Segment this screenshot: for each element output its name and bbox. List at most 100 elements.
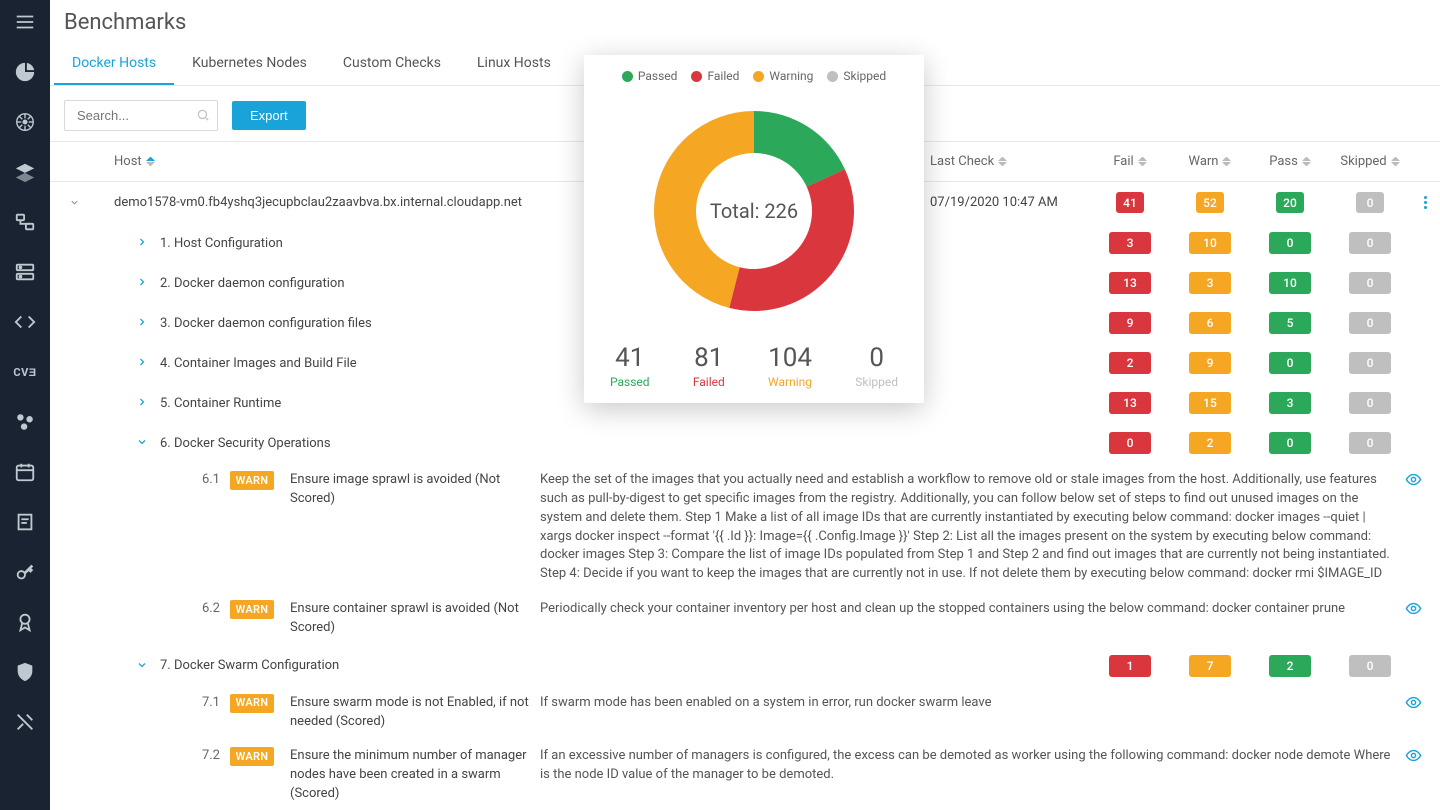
tab-docker-hosts[interactable]: Docker Hosts	[54, 43, 174, 85]
kubernetes-icon[interactable]	[13, 110, 37, 134]
badge: 13	[1109, 392, 1151, 414]
status-pill: WARN	[230, 747, 274, 766]
export-button[interactable]: Export	[232, 101, 306, 130]
badge: 2	[1109, 352, 1151, 374]
chart-legend: Passed Failed Warning Skipped	[604, 69, 904, 83]
chevron-icon	[136, 356, 150, 370]
badge: 9	[1109, 312, 1151, 334]
layers-icon[interactable]	[13, 160, 37, 184]
check-description: Periodically check your container invent…	[540, 600, 1398, 619]
badge-icon[interactable]	[13, 610, 37, 634]
badge: 5	[1269, 312, 1311, 334]
badge: 0	[1349, 655, 1391, 677]
chevron-icon	[136, 276, 150, 290]
badge: 0	[1349, 352, 1391, 374]
badge: 3	[1109, 232, 1151, 254]
page-title: Benchmarks	[50, 0, 1440, 43]
badge: 2	[1269, 655, 1311, 677]
check-number: 6.1	[180, 471, 230, 490]
tab-kubernetes-nodes[interactable]: Kubernetes Nodes	[174, 43, 325, 85]
badge: 3	[1269, 392, 1311, 414]
badge: 0	[1349, 272, 1391, 294]
check-title: Ensure container sprawl is avoided (Not …	[290, 600, 540, 638]
section-row[interactable]: 7. Docker Swarm Configuration 1 7 2 0	[50, 646, 1440, 686]
cve-icon[interactable]: CVƎ	[13, 360, 37, 384]
check-number: 6.2	[180, 600, 230, 619]
network-icon[interactable]	[13, 210, 37, 234]
badge: 15	[1189, 392, 1231, 414]
badge: 0	[1349, 312, 1391, 334]
col-pass[interactable]: Pass	[1250, 154, 1330, 169]
server-icon[interactable]	[13, 260, 37, 284]
check-title: Ensure image sprawl is avoided (Not Scor…	[290, 471, 540, 509]
badge: 13	[1109, 272, 1151, 294]
badge: 7	[1189, 655, 1231, 677]
badge: 0	[1269, 232, 1311, 254]
chevron-icon	[136, 316, 150, 330]
view-icon[interactable]	[1398, 694, 1428, 711]
integrations-icon[interactable]	[13, 410, 37, 434]
chevron-icon	[136, 436, 150, 450]
check-row: 7.2 WARN Ensure the minimum number of ma…	[50, 739, 1440, 810]
host-lastcheck: 07/19/2020 10:47 AM	[930, 195, 1090, 210]
reports-icon[interactable]	[13, 510, 37, 534]
badge: 3	[1189, 272, 1231, 294]
section-label: 7. Docker Swarm Configuration	[160, 658, 1090, 673]
menu-icon[interactable]	[13, 10, 37, 34]
key-icon[interactable]	[13, 560, 37, 584]
check-number: 7.1	[180, 694, 230, 713]
section-label: 6. Docker Security Operations	[160, 436, 1090, 451]
sidebar: CVƎ	[0, 0, 50, 810]
check-row: 7.1 WARN Ensure swarm mode is not Enable…	[50, 686, 1440, 740]
tab-linux-hosts[interactable]: Linux Hosts	[459, 43, 569, 85]
row-actions-icon[interactable]	[1410, 196, 1440, 209]
status-pill: WARN	[230, 600, 274, 619]
status-pill: WARN	[230, 471, 274, 490]
summary-stats: 41Passed 81Failed 104Warning 0Skipped	[604, 343, 904, 389]
col-fail[interactable]: Fail	[1090, 154, 1170, 169]
calendar-icon[interactable]	[13, 460, 37, 484]
badge: 6	[1189, 312, 1231, 334]
summary-card: Passed Failed Warning Skipped Total: 226…	[584, 55, 924, 403]
badge: 10	[1189, 232, 1231, 254]
badge: 10	[1269, 272, 1311, 294]
badge: 0	[1269, 432, 1311, 454]
check-title: Ensure swarm mode is not Enabled, if not…	[290, 694, 540, 732]
check-number: 7.2	[180, 747, 230, 766]
tab-custom-checks[interactable]: Custom Checks	[325, 43, 459, 85]
badge: 2	[1189, 432, 1231, 454]
donut-total: Total: 226	[604, 91, 904, 331]
section-row[interactable]: 6. Docker Security Operations 0200	[50, 423, 1440, 463]
status-pill: WARN	[230, 694, 274, 713]
host-skip-badge: 0	[1356, 192, 1384, 213]
view-icon[interactable]	[1398, 600, 1428, 617]
code-icon[interactable]	[13, 310, 37, 334]
dashboard-icon[interactable]	[13, 60, 37, 84]
check-description: If swarm mode has been enabled on a syst…	[540, 694, 1398, 713]
badge: 1	[1109, 655, 1151, 677]
tools-icon[interactable]	[13, 710, 37, 734]
col-skipped[interactable]: Skipped	[1330, 154, 1410, 169]
search-input[interactable]	[64, 100, 218, 131]
check-row: 6.1 WARN Ensure image sprawl is avoided …	[50, 463, 1440, 592]
expand-icon[interactable]	[50, 197, 98, 208]
host-warn-badge: 52	[1196, 192, 1224, 213]
check-description: If an excessive number of managers is co…	[540, 747, 1398, 785]
chevron-icon	[136, 236, 150, 250]
badge: 0	[1349, 232, 1391, 254]
check-title: Ensure the minimum number of manager nod…	[290, 747, 540, 804]
search-icon	[196, 108, 210, 122]
view-icon[interactable]	[1398, 471, 1428, 488]
col-warn[interactable]: Warn	[1170, 154, 1250, 169]
shield-icon[interactable]	[13, 660, 37, 684]
chevron-icon	[136, 659, 150, 673]
badge: 0	[1269, 352, 1311, 374]
view-icon[interactable]	[1398, 747, 1428, 764]
host-fail-badge: 41	[1116, 192, 1144, 213]
col-last-check[interactable]: Last Check	[930, 154, 1090, 169]
badge: 9	[1189, 352, 1231, 374]
badge: 0	[1349, 392, 1391, 414]
badge: 0	[1109, 432, 1151, 454]
main-content: Benchmarks Docker HostsKubernetes NodesC…	[50, 0, 1440, 810]
host-pass-badge: 20	[1276, 192, 1304, 213]
